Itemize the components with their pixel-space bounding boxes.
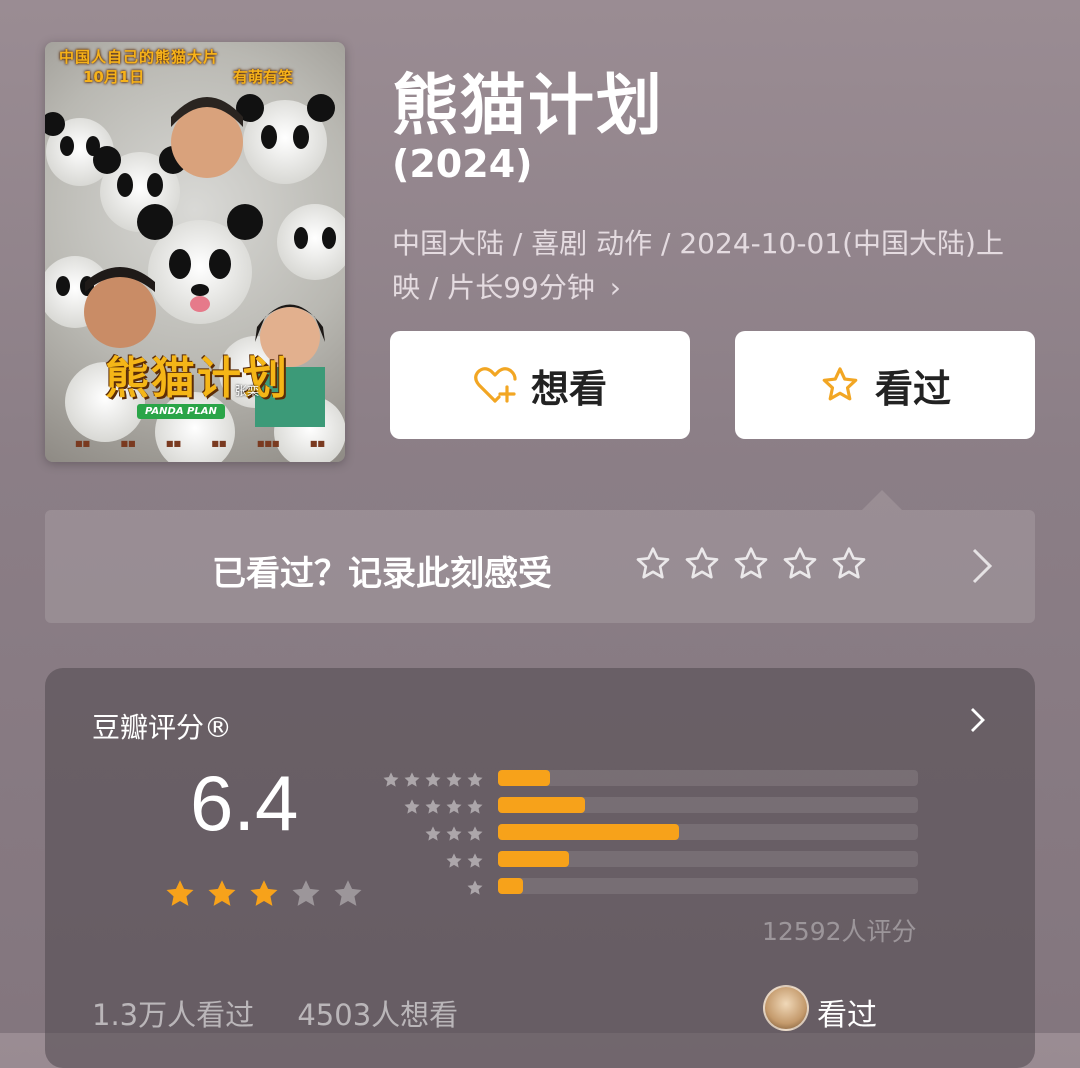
- poster-director: 张栾: [235, 384, 260, 398]
- distribution-bar-1: [498, 878, 523, 894]
- star-empty-icon: [292, 880, 320, 906]
- star-small-icon: [467, 853, 483, 868]
- want-to-watch-label: 想看: [530, 366, 607, 411]
- poster-logo: 熊猫计划: [105, 353, 289, 404]
- star-outline-icon[interactable]: [829, 544, 869, 584]
- star-small-icon: [467, 826, 483, 841]
- chevron-right-icon: ›: [609, 271, 621, 304]
- distribution-stars: [380, 797, 485, 817]
- star-small-icon: [467, 799, 483, 814]
- movie-poster[interactable]: 中国人自己的熊猫大片 10月1日 有萌有笑 熊猫计划 张栾 PANDA PLAN…: [45, 42, 345, 462]
- star-outline-icon[interactable]: [731, 544, 771, 584]
- distribution-track: [498, 824, 918, 840]
- rating-score: 6.4: [190, 759, 299, 847]
- distribution-stars: [380, 770, 485, 790]
- heart-plus-icon: [474, 367, 517, 403]
- want-count: 4503人想看: [297, 998, 459, 1032]
- chevron-right-icon: [972, 548, 993, 584]
- star-filled-icon: [250, 880, 278, 906]
- douban-rating-panel[interactable]: 豆瓣评分® 6.4 12592人评分 1.3万人看过 4503人想看 看过: [45, 668, 1035, 1068]
- movie-year: (2024): [392, 142, 533, 186]
- star-outline-icon: [822, 367, 858, 401]
- star-outline-icon[interactable]: [682, 544, 722, 584]
- star-small-icon: [446, 772, 462, 787]
- poster-tagline-right: 有萌有笑: [233, 68, 294, 86]
- star-small-icon: [467, 772, 483, 787]
- distribution-stars: [380, 851, 485, 871]
- star-small-icon: [404, 799, 420, 814]
- distribution-bar-4: [498, 797, 585, 813]
- star-filled-icon: [208, 880, 236, 906]
- star-small-icon: [404, 772, 420, 787]
- star-outline-icon[interactable]: [780, 544, 820, 584]
- poster-credits: ■■ ■■ ■■ ■■ ■■■ ■■: [75, 439, 325, 448]
- star-small-icon: [425, 799, 441, 814]
- poster-tagline: 中国人自己的熊猫大片: [59, 48, 220, 66]
- star-outline-icon[interactable]: [633, 544, 673, 584]
- distribution-row-3: [380, 822, 920, 842]
- rating-input-stars[interactable]: [633, 544, 869, 584]
- audience-stats: 1.3万人看过 4503人想看: [92, 992, 492, 1034]
- distribution-stars: [380, 878, 485, 898]
- distribution-row-4: [380, 795, 920, 815]
- star-small-icon: [446, 799, 462, 814]
- rating-source-label: 豆瓣评分®: [92, 711, 233, 744]
- distribution-stars: [380, 824, 485, 844]
- chevron-right-icon: [971, 708, 985, 732]
- star-small-icon: [425, 826, 441, 841]
- star-small-icon: [467, 880, 483, 895]
- record-callout-notch: [862, 490, 902, 510]
- record-prompt: 已看过？记录此刻感受: [212, 554, 552, 594]
- poster-release-date: 10月1日: [83, 68, 145, 86]
- movie-title: 熊猫计划: [392, 67, 664, 144]
- avatar: [763, 985, 809, 1031]
- distribution-bar-2: [498, 851, 569, 867]
- star-small-icon: [425, 772, 441, 787]
- distribution-track: [498, 770, 918, 786]
- distribution-bar-5: [498, 770, 551, 786]
- rating-stars: [162, 876, 366, 912]
- star-small-icon: [383, 772, 399, 787]
- poster-english-title: PANDA PLAN: [137, 404, 225, 419]
- distribution-row-2: [380, 849, 920, 869]
- watched-label: 看过: [874, 366, 951, 411]
- seen-count: 1.3万人看过: [92, 998, 255, 1032]
- star-filled-icon: [166, 880, 194, 906]
- distribution-row-5: [380, 768, 920, 788]
- movie-meta-text: 中国大陆 / 喜剧 动作 / 2024-10-01(中国大陆)上映 / 片长99…: [392, 227, 1004, 304]
- want-to-watch-button[interactable]: 想看: [390, 331, 690, 439]
- star-small-icon: [446, 826, 462, 841]
- rating-count: 12592人评分: [762, 917, 917, 946]
- star-empty-icon: [334, 880, 362, 906]
- distribution-row-1: [380, 876, 920, 896]
- friends-seen-label: 看过: [817, 998, 877, 1033]
- distribution-track: [498, 878, 918, 894]
- distribution-track: [498, 797, 918, 813]
- movie-meta[interactable]: 中国大陆 / 喜剧 动作 / 2024-10-01(中国大陆)上映 / 片长99…: [392, 222, 1022, 310]
- distribution-track: [498, 851, 918, 867]
- watched-button[interactable]: 看过: [735, 331, 1035, 439]
- star-small-icon: [446, 853, 462, 868]
- record-feeling-row[interactable]: 已看过？记录此刻感受: [45, 510, 1035, 623]
- distribution-bar-3: [498, 824, 680, 840]
